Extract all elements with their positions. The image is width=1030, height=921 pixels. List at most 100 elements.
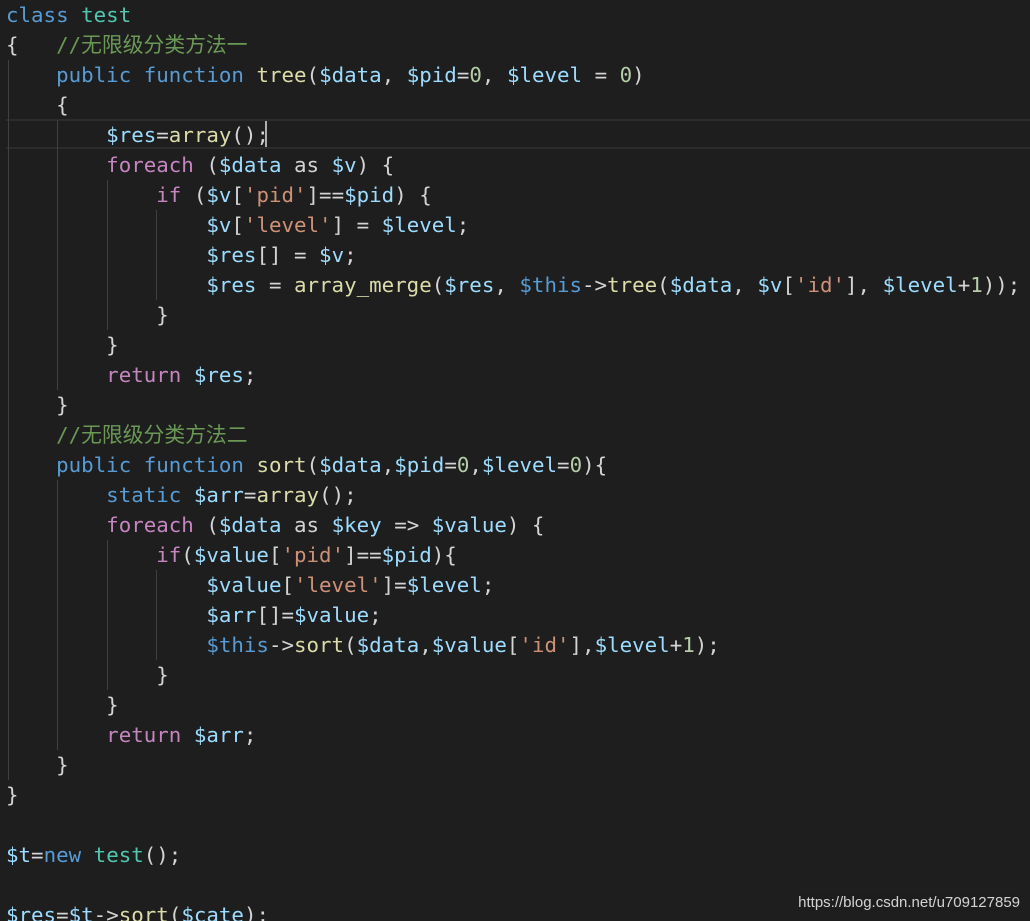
code-token: $value	[193, 543, 269, 567]
text-cursor	[265, 121, 267, 147]
code-line[interactable]: $arr[]=$value;	[6, 600, 382, 630]
code-token: $value	[294, 603, 370, 627]
code-token: return	[106, 723, 182, 747]
code-token: test	[81, 3, 132, 27]
code-token: =	[456, 63, 470, 87]
code-line[interactable]: }	[6, 750, 69, 780]
code-token: foreach	[106, 153, 194, 177]
code-token: ();	[319, 483, 357, 507]
code-token: array_merge	[294, 273, 432, 297]
code-token: (	[306, 63, 320, 87]
code-line[interactable]: $this->sort($data,$value['id'],$level+1)…	[6, 630, 719, 660]
code-token: 'pid'	[281, 543, 345, 567]
code-token: $arr	[206, 603, 257, 627]
code-token: );	[243, 903, 269, 921]
code-token: 0	[456, 453, 470, 477]
code-line[interactable]: foreach ($data as $key => $value) {	[6, 510, 544, 540]
code-token: =	[582, 63, 620, 87]
code-line[interactable]: }	[6, 660, 169, 690]
code-token: tree	[256, 63, 307, 87]
code-token: ,	[732, 273, 758, 297]
code-token: $res	[193, 363, 244, 387]
code-token: $level	[506, 63, 583, 87]
code-token: (	[657, 273, 670, 297]
code-token: $t	[6, 843, 32, 867]
code-token: ,	[381, 453, 395, 477]
code-line[interactable]: return $res;	[6, 360, 256, 390]
code-token: ) {	[356, 153, 395, 177]
code-token: ],	[845, 273, 883, 297]
code-line[interactable]: }	[6, 780, 19, 810]
code-line[interactable]: public function sort($data,$pid=0,$level…	[6, 450, 607, 480]
code-token: ] =	[331, 213, 382, 237]
code-token: $data	[669, 273, 733, 297]
code-token: =	[256, 273, 294, 297]
code-token: sort	[118, 903, 169, 921]
code-line[interactable]: }	[6, 690, 119, 720]
code-token: (	[306, 453, 320, 477]
code-line[interactable]: $res = array_merge($res, $this->tree($da…	[6, 270, 1020, 300]
code-token: =	[156, 123, 169, 147]
code-line[interactable]: static $arr=array();	[6, 480, 357, 510]
code-editor[interactable]: class test{ //无限级分类方法一 public function t…	[0, 0, 1030, 921]
code-token: 1	[682, 633, 695, 657]
code-line[interactable]: class test	[6, 0, 131, 30]
code-token: $res	[206, 243, 257, 267]
code-token: $value	[431, 513, 507, 537]
code-token: ]==	[344, 543, 382, 567]
code-token: ) {	[506, 513, 545, 537]
code-token: public	[56, 63, 132, 87]
code-line[interactable]: }	[6, 390, 69, 420]
code-token: as	[281, 513, 332, 537]
code-line[interactable]: }	[6, 330, 119, 360]
code-line[interactable]: foreach ($data as $v) {	[6, 150, 394, 180]
code-line[interactable]: }	[6, 300, 169, 330]
code-line[interactable]: { //无限级分类方法一	[6, 30, 248, 60]
code-token: ;	[481, 573, 495, 597]
code-line[interactable]: $t=new test();	[6, 840, 181, 870]
code-token: +	[669, 633, 683, 657]
code-line[interactable]: //无限级分类方法二	[6, 420, 247, 450]
code-line[interactable]: public function tree($data, $pid=0, $lev…	[6, 60, 645, 90]
code-token: 'level'	[243, 213, 332, 237]
code-token: ->	[582, 273, 608, 297]
code-token: [] =	[256, 243, 320, 267]
code-token: ,	[494, 273, 520, 297]
code-token: function	[143, 63, 244, 87]
code-token: $v	[206, 213, 232, 237]
code-token: ;	[243, 363, 257, 387]
code-line[interactable]: if($value['pid']==$pid){	[6, 540, 457, 570]
code-token: [	[268, 543, 282, 567]
code-token: $data	[218, 513, 282, 537]
code-line[interactable]: if ($v['pid']==$pid) {	[6, 180, 432, 210]
code-token: 'id'	[794, 273, 846, 297]
code-token: }	[6, 663, 169, 687]
code-line[interactable]: $res[] = $v;	[6, 240, 356, 270]
code-token: 1	[970, 273, 983, 297]
code-token: $value	[206, 573, 282, 597]
code-token: $data	[319, 453, 382, 477]
code-token: ,	[469, 453, 482, 477]
code-line[interactable]: $res=array();	[6, 120, 269, 150]
code-line[interactable]: return $arr;	[6, 720, 256, 750]
code-line[interactable]: $value['level']=$level;	[6, 570, 494, 600]
code-token: ;	[369, 603, 382, 627]
code-line[interactable]: $v['level'] = $level;	[6, 210, 469, 240]
code-line[interactable]: $res=$t->sort($cate);	[6, 900, 269, 921]
code-token: (	[193, 153, 219, 177]
code-line[interactable]: {	[6, 90, 69, 120]
code-token: if	[156, 183, 182, 207]
code-token: }	[6, 333, 119, 357]
code-token: []=	[256, 603, 294, 627]
code-token: ();	[143, 843, 182, 867]
